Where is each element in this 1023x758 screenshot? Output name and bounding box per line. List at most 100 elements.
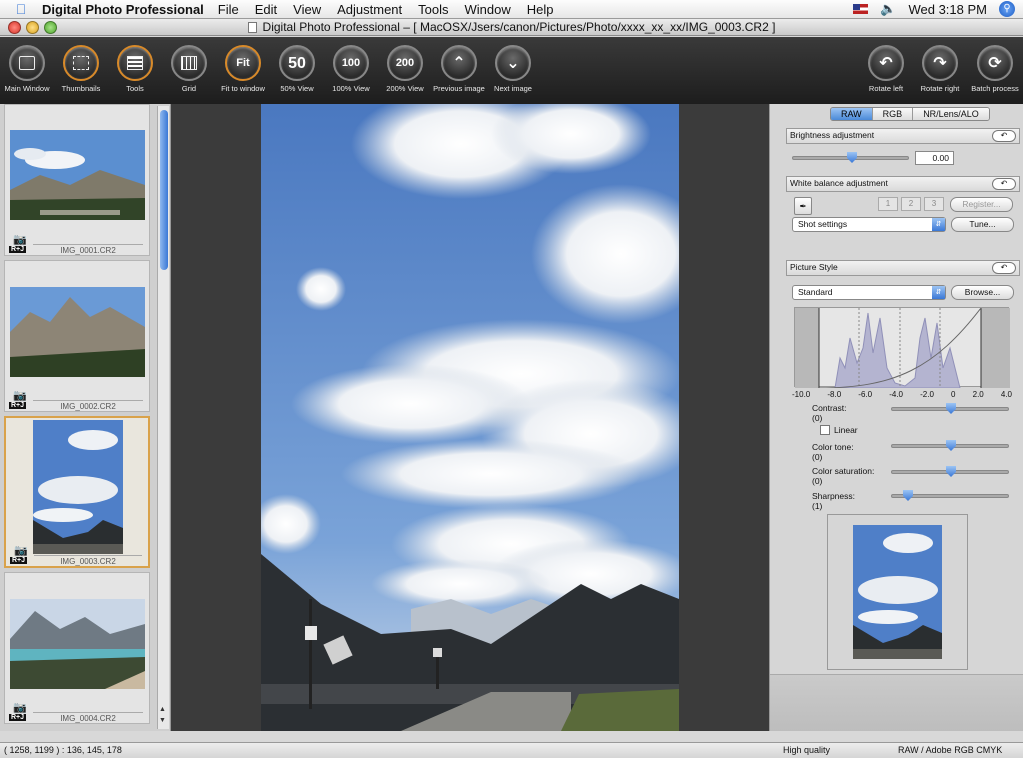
picture-style-reset-button[interactable]: ↶ xyxy=(992,262,1016,274)
color-tone-slider-thumb[interactable] xyxy=(946,440,956,451)
view-200-button[interactable]: 200 200% View xyxy=(378,37,432,104)
previous-image-label: Previous image xyxy=(433,84,485,93)
menu-file[interactable]: File xyxy=(218,2,239,17)
brightness-slider[interactable] xyxy=(792,152,909,163)
window-title-bar: Digital Photo Professional – [ MacOSX/Js… xyxy=(0,19,1023,36)
scrollbar-thumb[interactable] xyxy=(160,110,168,270)
thumbnail-filename: IMG_0003.CR2 xyxy=(34,555,142,566)
rotate-right-button[interactable]: ↷ Rotate right xyxy=(913,37,967,104)
menu-tools[interactable]: Tools xyxy=(418,2,448,17)
camera-icon: 📷 xyxy=(14,545,28,557)
view-200-icon: 200 xyxy=(387,45,423,81)
histogram-axis: -10.0 -8.0 -6.0 -4.0 -2.0 0 2.0 4.0 xyxy=(792,390,1012,399)
brightness-value-field[interactable]: 0.00 xyxy=(915,151,954,165)
camera-icon: 📷 xyxy=(13,702,27,714)
main-window-icon xyxy=(9,45,45,81)
register-button[interactable]: Register... xyxy=(950,197,1013,212)
wb-preset-3-button[interactable]: 3 xyxy=(924,197,944,211)
brightness-slider-thumb[interactable] xyxy=(847,152,857,163)
eyedropper-icon: ✒ xyxy=(799,201,807,211)
tab-rgb[interactable]: RGB xyxy=(872,108,914,120)
linear-checkbox[interactable] xyxy=(820,425,830,435)
white-balance-title: White balance adjustment xyxy=(790,178,888,188)
contrast-slider-thumb[interactable] xyxy=(946,403,956,414)
volume-icon[interactable]: 🔈 xyxy=(880,1,896,17)
contrast-slider[interactable] xyxy=(891,403,1009,414)
browse-button[interactable]: Browse... xyxy=(951,285,1014,300)
close-window-button[interactable] xyxy=(8,21,21,34)
thumbnail-image xyxy=(10,599,145,689)
menu-help[interactable]: Help xyxy=(527,2,554,17)
menu-adjustment[interactable]: Adjustment xyxy=(337,2,402,17)
apple-menu-icon[interactable]:  xyxy=(0,1,42,17)
white-balance-select[interactable]: Shot settings ⇵ xyxy=(792,217,946,232)
histogram-tick: 2.0 xyxy=(972,390,984,399)
menu-view[interactable]: View xyxy=(293,2,321,17)
navigator-preview[interactable] xyxy=(827,514,968,670)
main-image[interactable] xyxy=(261,104,679,731)
thumbnails-icon xyxy=(63,45,99,81)
main-window-button[interactable]: Main Window xyxy=(0,37,54,104)
status-bar: ( 1258, 1199 ) : 136, 145, 178 High qual… xyxy=(0,742,1023,758)
sharpness-slider[interactable] xyxy=(891,490,1009,501)
rotate-left-button[interactable]: ↶ Rotate left xyxy=(859,37,913,104)
thumbnail-scrollbar[interactable]: ▲ ▼ xyxy=(157,106,169,729)
document-proxy-icon[interactable] xyxy=(247,21,257,33)
thumbnails-label: Thumbnails xyxy=(61,84,101,93)
next-image-button[interactable]: ⌄ Next image xyxy=(486,37,540,104)
input-menu-flag-icon[interactable] xyxy=(853,4,869,14)
tab-raw[interactable]: RAW xyxy=(831,108,873,120)
previous-image-button[interactable]: ⌃ Previous image xyxy=(432,37,486,104)
view-100-icon: 100 xyxy=(333,45,369,81)
color-tone-value: (0) xyxy=(812,452,823,462)
color-saturation-slider-thumb[interactable] xyxy=(946,466,956,477)
tools-button[interactable]: Tools xyxy=(108,37,162,104)
main-window-label: Main Window xyxy=(4,84,50,93)
thumbnails-button[interactable]: Thumbnails xyxy=(54,37,108,104)
thumbnail-item[interactable]: 📷 R+J IMG_0002.CR2 xyxy=(4,260,150,412)
white-balance-reset-button[interactable]: ↶ xyxy=(992,178,1016,190)
color-tone-slider[interactable] xyxy=(891,440,1009,451)
eyedropper-button[interactable]: ✒ xyxy=(794,197,812,215)
grid-button[interactable]: Grid xyxy=(162,37,216,104)
color-saturation-slider[interactable] xyxy=(891,466,1009,477)
menu-window[interactable]: Window xyxy=(465,2,511,17)
zoom-window-button[interactable] xyxy=(44,21,57,34)
scroll-up-icon[interactable]: ▲ xyxy=(159,706,166,713)
menubar-clock[interactable]: Wed 3:18 PM xyxy=(908,2,987,17)
fit-to-window-button[interactable]: Fit Fit to window xyxy=(216,37,270,104)
thumbnail-item[interactable]: 📷 R+J IMG_0001.CR2 xyxy=(4,104,150,256)
color-tone-label: Color tone: xyxy=(812,442,854,452)
tab-nr-lens-alo[interactable]: NR/Lens/ALO xyxy=(913,108,989,120)
wb-preset-2-button[interactable]: 2 xyxy=(901,197,921,211)
spotlight-icon[interactable]: ⚲ xyxy=(999,1,1015,17)
wb-preset-1-button[interactable]: 1 xyxy=(878,197,898,211)
tune-button[interactable]: Tune... xyxy=(951,217,1014,232)
histogram[interactable]: -10.0 -8.0 -6.0 -4.0 -2.0 0 2.0 4.0 xyxy=(792,307,1012,399)
grid-label: Grid xyxy=(181,84,197,93)
scroll-down-icon[interactable]: ▼ xyxy=(159,717,166,724)
thumbnail-filename: IMG_0002.CR2 xyxy=(33,400,143,411)
rotate-left-icon: ↶ xyxy=(868,45,904,81)
view-50-button[interactable]: 50 50% View xyxy=(270,37,324,104)
histogram-tick: -2.0 xyxy=(920,390,934,399)
thumbnail-item-selected[interactable]: 📷 R+J IMG_0003.CR2 xyxy=(4,416,150,568)
batch-process-button[interactable]: ⟳ Batch process xyxy=(967,37,1023,104)
image-viewer[interactable] xyxy=(171,104,769,731)
minimize-window-button[interactable] xyxy=(26,21,39,34)
thumbnail-item[interactable]: 📷 R+J IMG_0004.CR2 xyxy=(4,572,150,724)
picture-style-select[interactable]: Standard ⇵ xyxy=(792,285,946,300)
menu-edit[interactable]: Edit xyxy=(255,2,277,17)
sharpness-slider-thumb[interactable] xyxy=(903,490,913,501)
histogram-tick: -10.0 xyxy=(792,390,811,399)
contrast-value: (0) xyxy=(812,413,823,423)
view-100-button[interactable]: 100 100% View xyxy=(324,37,378,104)
brightness-title: Brightness adjustment xyxy=(790,130,875,140)
palette-tabs: RAW RGB NR/Lens/ALO xyxy=(830,107,990,121)
thumbnail-image xyxy=(10,130,145,220)
view-100-label: 100% View xyxy=(332,84,370,93)
brightness-reset-button[interactable]: ↶ xyxy=(992,130,1016,142)
app-menu[interactable]: Digital Photo Professional xyxy=(42,2,204,17)
white-balance-select-value: Shot settings xyxy=(798,219,848,229)
